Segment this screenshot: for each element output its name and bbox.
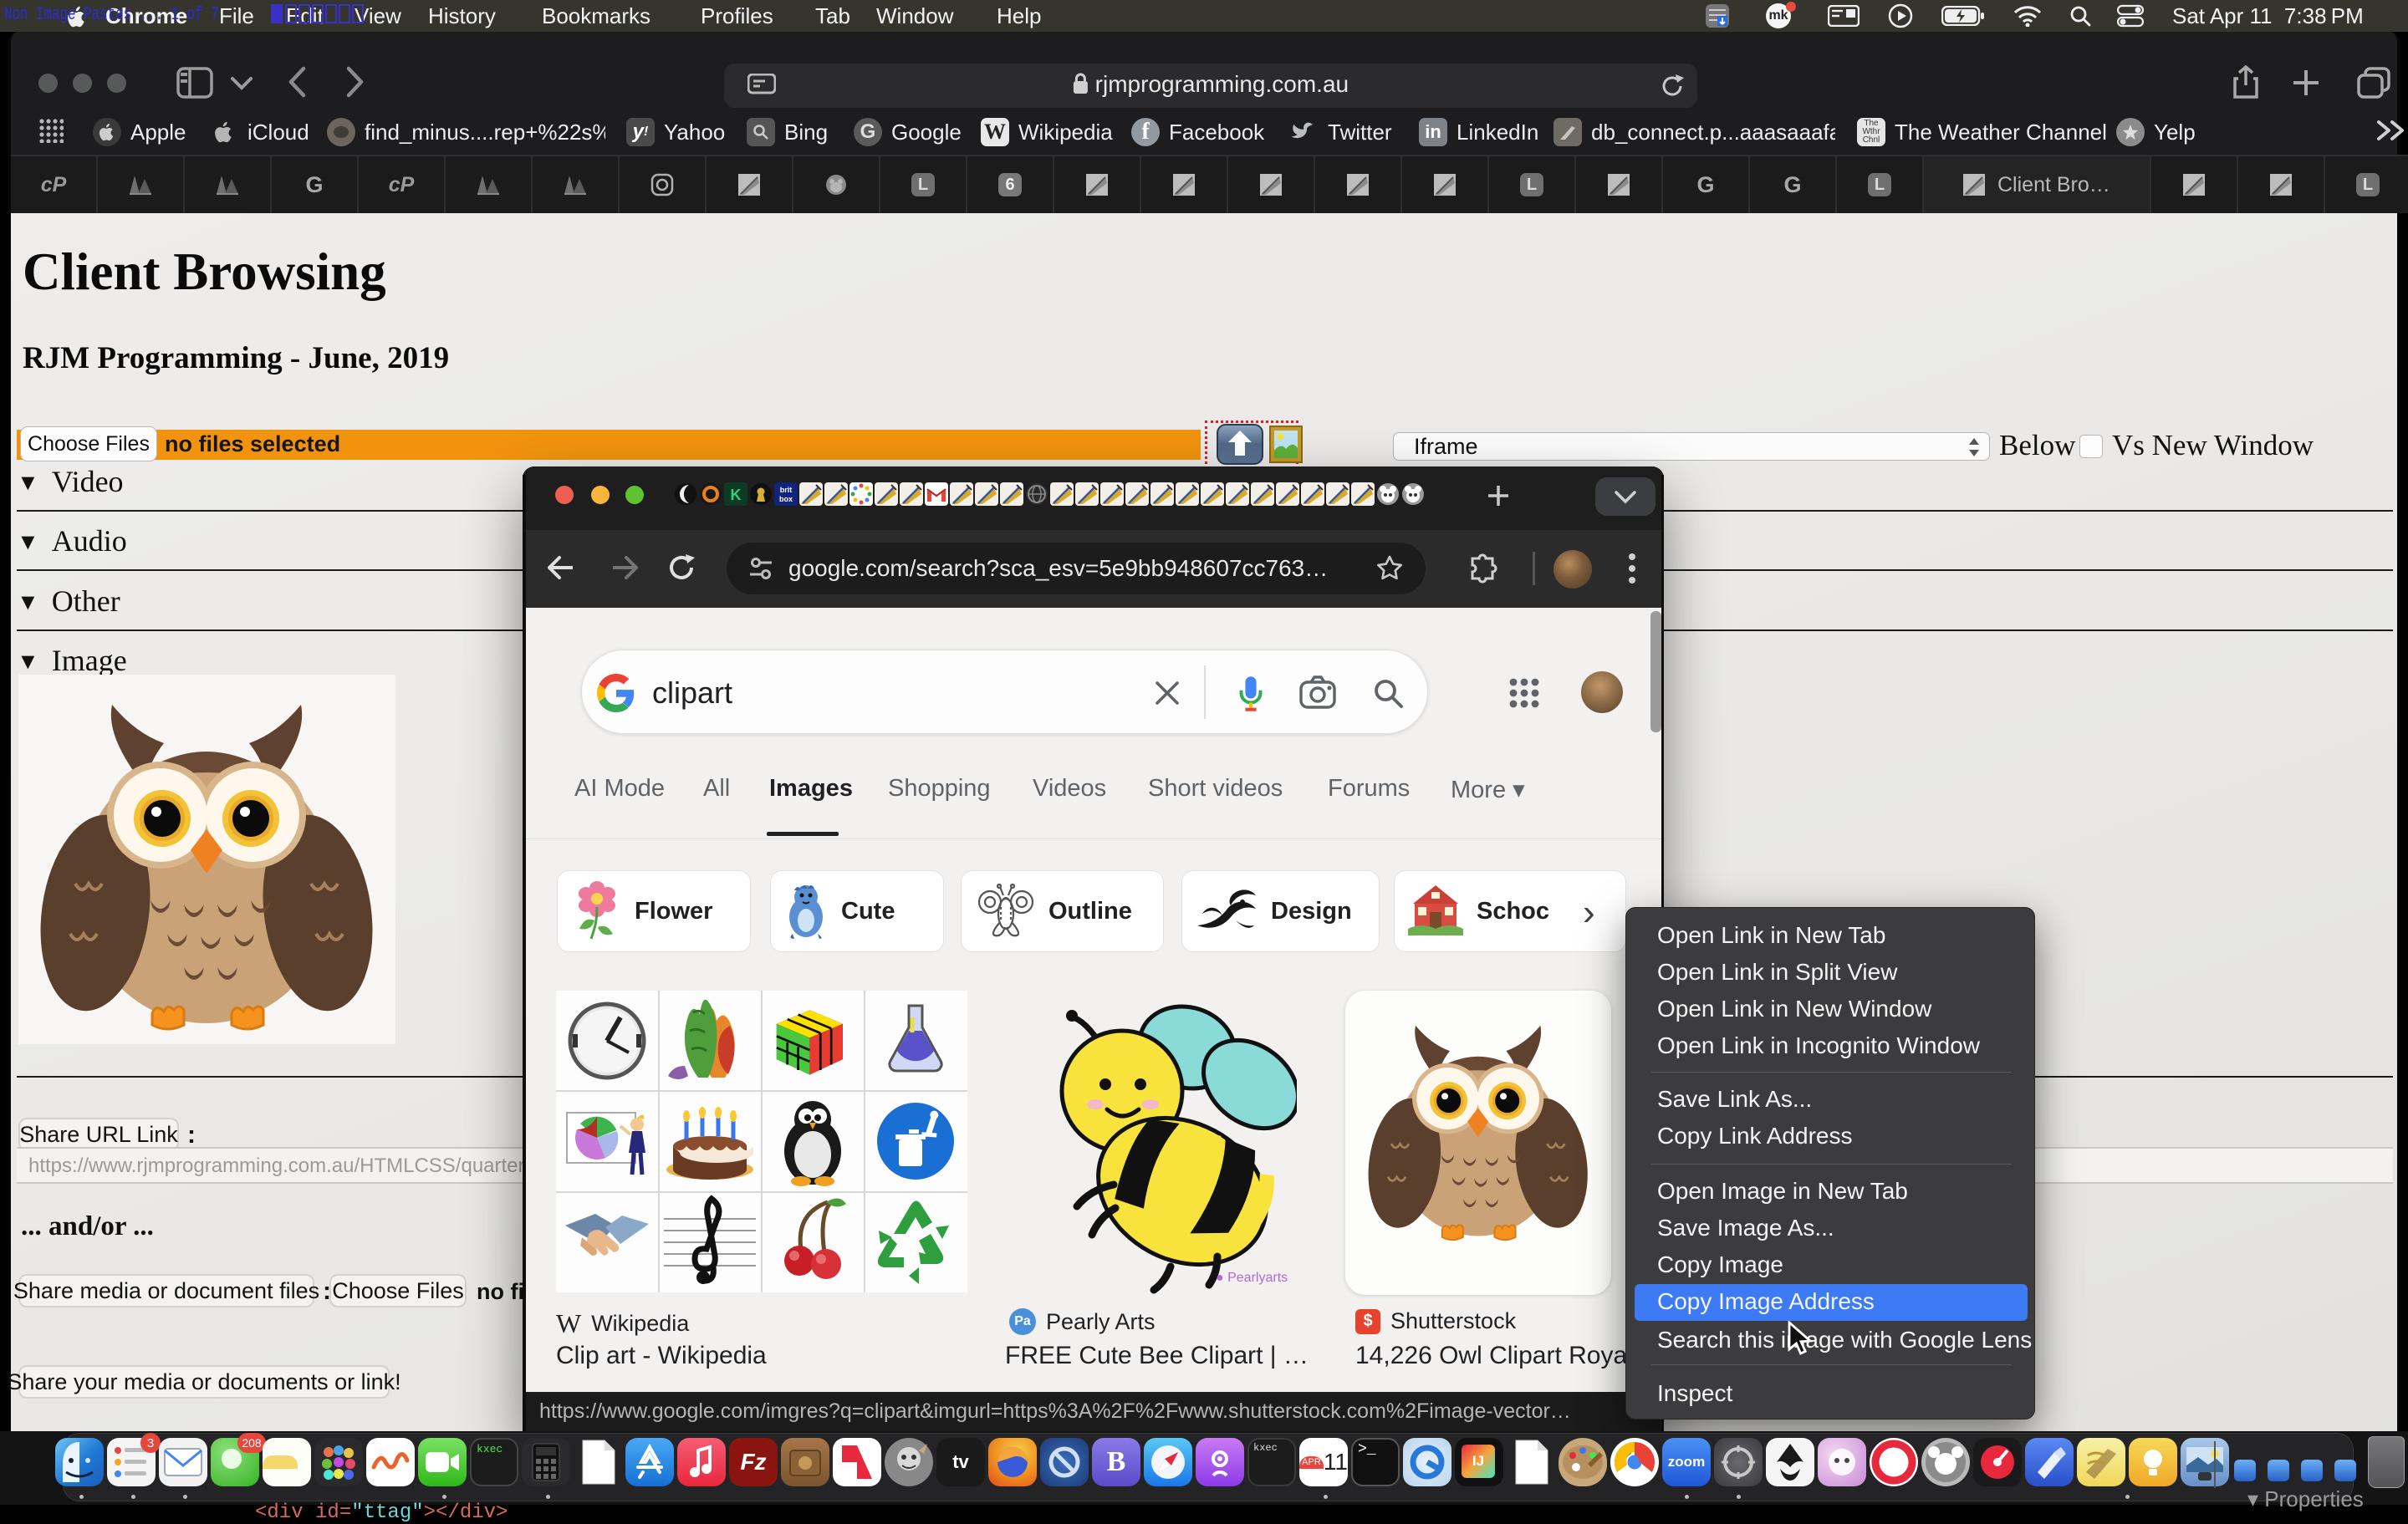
svg-text:● Pearlyarts: ● Pearlyarts [1216,1271,1288,1285]
svg-text:box: box [779,495,793,503]
svg-text:brit: brit [780,486,793,494]
svg-text:K: K [731,487,742,503]
